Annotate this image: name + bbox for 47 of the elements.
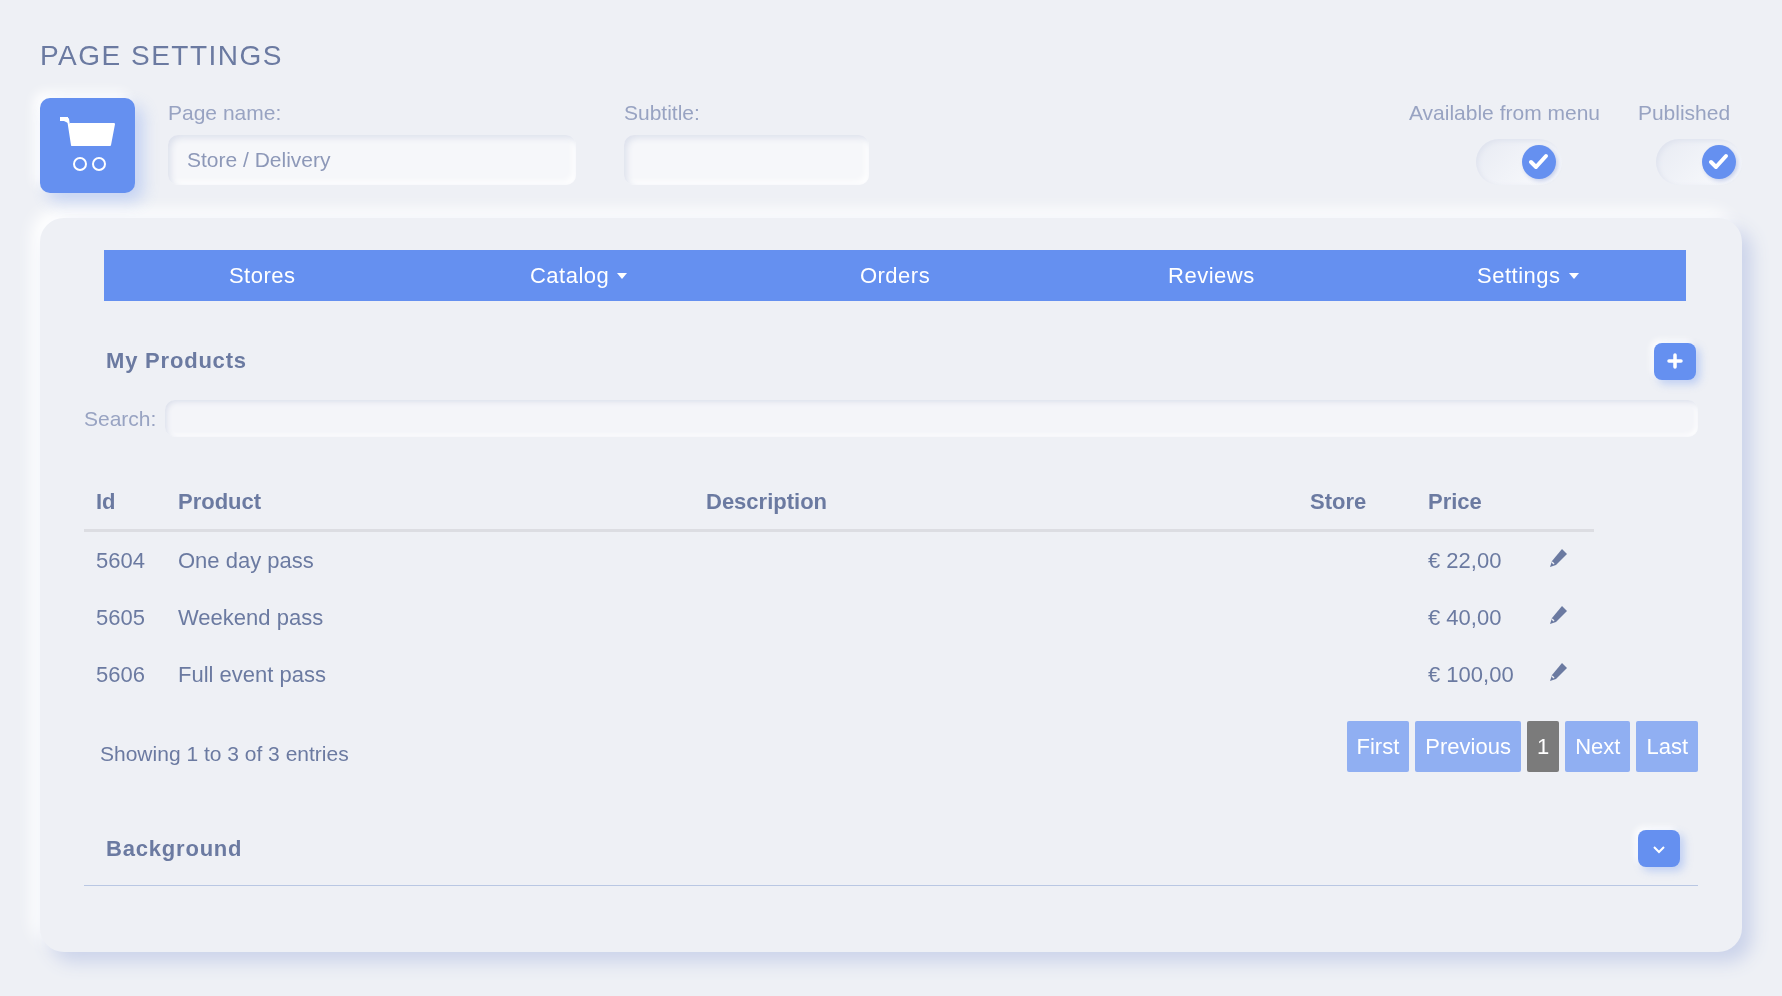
- table-cell: One day pass: [166, 530, 694, 589]
- table-cell-text: Full event pass: [177, 660, 327, 689]
- pagination-button[interactable]: Next: [1565, 721, 1631, 772]
- nav-tab[interactable]: Reviews: [1053, 250, 1370, 301]
- toggle-label: Published: [1637, 101, 1731, 125]
- table-cell-text: € 40,00: [1427, 603, 1503, 632]
- field-label: Subtitle:: [624, 101, 700, 125]
- table-cell-text: 5605: [95, 603, 146, 632]
- nav-tab[interactable]: Catalog: [420, 250, 737, 301]
- table-cell-text: Weekend pass: [177, 603, 325, 632]
- chevron-icon: [1652, 843, 1666, 854]
- table-cell-text: € 100,00: [1427, 660, 1515, 689]
- pagination-button[interactable]: 1: [1526, 721, 1560, 772]
- nav-tab[interactable]: Settings: [1369, 250, 1687, 301]
- pencil-icon[interactable]: [1548, 604, 1568, 625]
- page-title: PAGE SETTINGS: [40, 40, 284, 72]
- section-title: Background: [106, 835, 243, 862]
- caret-icon: [617, 272, 628, 279]
- toggle-switch[interactable]: [1656, 139, 1742, 185]
- search-field[interactable]: [165, 400, 1698, 437]
- table-cell: € 22,00: [1416, 530, 1536, 589]
- pencil-icon[interactable]: [1548, 547, 1568, 568]
- search-label: Search:: [84, 406, 157, 431]
- column-header: Product: [166, 489, 694, 531]
- caret-icon: [1568, 272, 1579, 279]
- pagination-button[interactable]: Last: [1636, 721, 1698, 772]
- column-header: Id: [84, 489, 166, 531]
- pagination-button[interactable]: First: [1346, 721, 1410, 772]
- column-header: Description: [694, 489, 1298, 531]
- add-button[interactable]: [1654, 342, 1696, 380]
- pencil-icon[interactable]: [1548, 661, 1568, 682]
- plus-icon: [1667, 353, 1683, 369]
- nav-tab[interactable]: Stores: [104, 250, 421, 301]
- pagination-button[interactable]: Previous: [1415, 721, 1521, 772]
- table-cell: 5604: [84, 530, 166, 589]
- text-field[interactable]: [624, 135, 869, 185]
- column-header: Store: [1298, 489, 1416, 531]
- toggle-label: Available from menu: [1408, 101, 1600, 125]
- nav-tab[interactable]: Orders: [736, 250, 1054, 301]
- entries-info: Showing 1 to 3 of 3 entries: [100, 741, 349, 766]
- text-field[interactable]: Store / Delivery: [168, 135, 576, 185]
- expand-button[interactable]: [1638, 830, 1680, 867]
- column-header: Price: [1416, 489, 1536, 531]
- field-label: Page name:: [168, 101, 282, 125]
- shopping-cart-icon: [40, 98, 135, 193]
- table-cell-text: 5606: [95, 660, 146, 689]
- section-title: My Products: [106, 348, 247, 374]
